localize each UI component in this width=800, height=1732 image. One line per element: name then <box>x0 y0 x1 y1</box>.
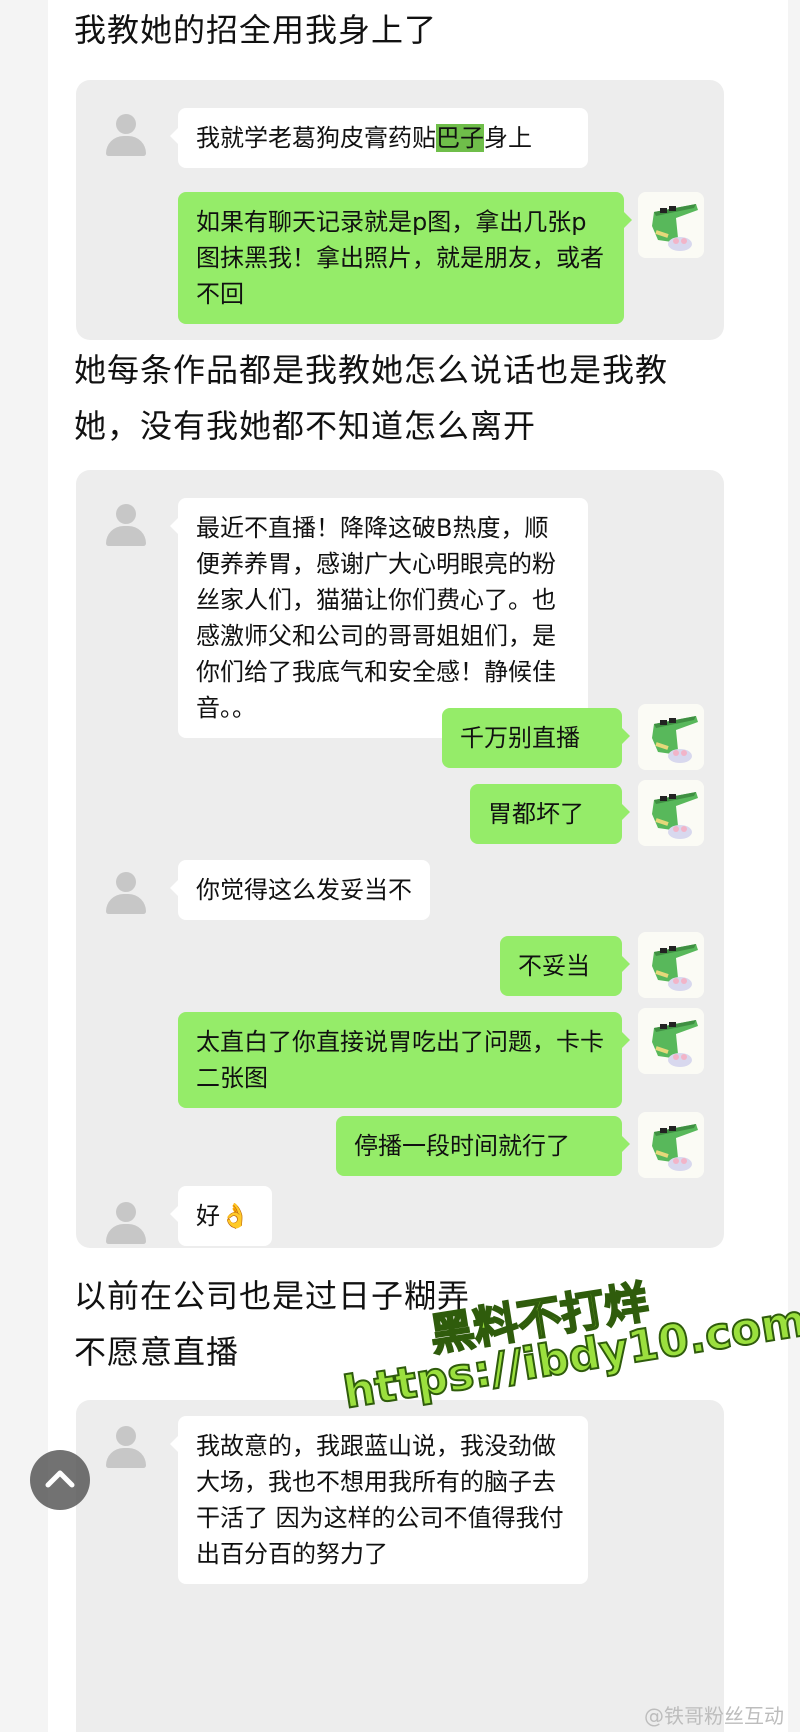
chat-bubble-right: 停播一段时间就行了 <box>336 1116 630 1176</box>
person-silhouette-icon <box>101 868 151 918</box>
chat-bubble-right: 太直白了你直接说胃吃出了问题，卡卡二张图 <box>178 1012 630 1108</box>
chat-screenshot-1: 我就学老葛狗皮膏药贴巴子身上 如果有聊天记录就是p图，拿出几张p图抹黑我！拿出照… <box>76 80 724 340</box>
crocodile-avatar-icon <box>638 704 704 770</box>
source-credit: @铁哥粉丝互动 <box>644 1704 784 1728</box>
post-text-3a: 以前在公司也是过日子糊弄 <box>74 1277 471 1315</box>
person-silhouette-icon <box>101 1422 151 1472</box>
chat-bubble-left: 我故意的，我跟蓝山说，我没劲做大场，我也不想用我所有的脑子去干活了 因为这样的公… <box>170 1416 588 1584</box>
chat-bubble-left: 好👌 <box>170 1186 272 1246</box>
crocodile-avatar-icon <box>638 780 704 846</box>
chat-bubble-left: 最近不直播！降降这破B热度，顺便养养胃，感谢广大心明眼亮的粉丝家人们，猫猫让你们… <box>170 498 588 738</box>
crocodile-avatar-icon <box>638 1008 704 1074</box>
post-text-2a: 她每条作品都是我教她怎么说话也是我教 <box>74 351 669 389</box>
chat-bubble-right: 不妥当 <box>500 936 630 996</box>
post-text-3b: 不愿意直播 <box>74 1333 240 1371</box>
chat-bubble-right: 千万别直播 <box>442 708 630 768</box>
person-silhouette-icon <box>101 500 151 550</box>
chat-screenshot-2: 最近不直播！降降这破B热度，顺便养养胃，感谢广大心明眼亮的粉丝家人们，猫猫让你们… <box>76 470 724 1248</box>
chevron-up-icon <box>45 1470 75 1488</box>
chat-screenshot-3: 我故意的，我跟蓝山说，我没劲做大场，我也不想用我所有的脑子去干活了 因为这样的公… <box>76 1400 724 1732</box>
crocodile-avatar-icon <box>638 192 704 258</box>
crocodile-avatar-icon <box>638 1112 704 1178</box>
chat-bubble-right: 如果有聊天记录就是p图，拿出几张p图抹黑我！拿出照片，就是朋友，或者不回 <box>178 192 632 324</box>
post-text-1: 我教她的招全用我身上了 <box>74 11 438 49</box>
chat-bubble-right: 胃都坏了 <box>470 784 630 844</box>
crocodile-avatar-icon <box>638 932 704 998</box>
chat-bubble-left: 你觉得这么发妥当不 <box>170 860 430 920</box>
person-silhouette-icon <box>101 110 151 160</box>
post-text-2b: 她，没有我她都不知道怎么离开 <box>74 407 537 445</box>
scroll-to-top-button[interactable] <box>30 1450 90 1510</box>
chat-bubble-left: 我就学老葛狗皮膏药贴巴子身上 <box>170 108 588 168</box>
person-silhouette-icon <box>101 1198 151 1248</box>
